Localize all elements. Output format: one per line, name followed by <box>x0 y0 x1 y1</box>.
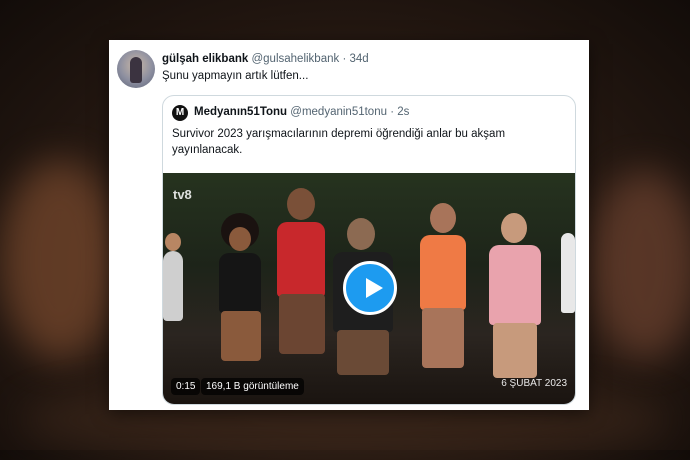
quoted-text: Survivor 2023 yarışmacılarının depremi ö… <box>172 128 506 156</box>
tweet-text: Şunu yapmayın artık lütfen... <box>162 70 309 82</box>
video-duration: 0:15 <box>171 378 201 395</box>
tweet-header: gülşah elikbank @gulsahelikbank · 34d <box>162 53 369 65</box>
quoted-timestamp[interactable]: 2s <box>397 106 409 118</box>
background-blur <box>590 170 690 360</box>
video-date-stamp: 6 ŞUBAT 2023 <box>501 378 567 389</box>
quoted-display-name[interactable]: Medyanın51Tonu <box>194 106 287 118</box>
view-count: 169,1 B görüntüleme <box>201 378 304 395</box>
quoted-separator: · <box>390 106 395 118</box>
quoted-header: Medyanın51Tonu @medyanin51tonu · 2s <box>194 106 409 118</box>
play-button[interactable] <box>343 261 397 315</box>
display-name[interactable]: gülşah elikbank <box>162 53 248 65</box>
quoted-handle[interactable]: @medyanin51tonu <box>290 106 387 118</box>
play-icon <box>366 278 383 298</box>
quoted-tweet[interactable]: M Medyanın51Tonu @medyanin51tonu · 2s Su… <box>162 95 576 405</box>
handle[interactable]: @gulsahelikbank <box>251 53 339 65</box>
tweet-card[interactable]: gülşah elikbank @gulsahelikbank · 34d Şu… <box>109 40 589 410</box>
video-player[interactable]: tv8 0:15 169,1 B görüntüleme 6 ŞUBAT 202… <box>163 173 575 404</box>
avatar[interactable] <box>117 50 155 88</box>
background-blur <box>0 160 120 360</box>
timestamp[interactable]: 34d <box>350 53 369 65</box>
channel-logo: tv8 <box>173 187 192 202</box>
separator: · <box>342 53 347 65</box>
quoted-avatar[interactable]: M <box>172 105 188 121</box>
